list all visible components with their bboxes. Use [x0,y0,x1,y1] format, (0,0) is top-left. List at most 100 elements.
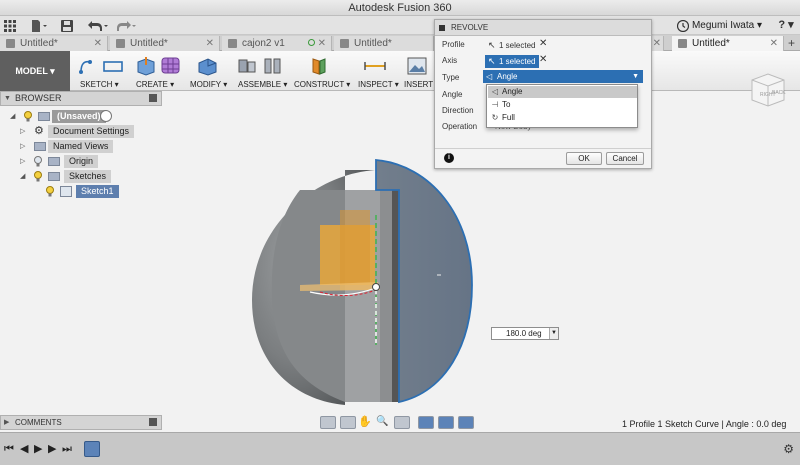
tab-untitled-1[interactable]: Untitled* ✕ [0,36,108,51]
cursor-arrow-icon: ↖ [488,40,496,50]
zoom-window-icon[interactable] [394,416,410,429]
type-option-full[interactable]: ↻ Full [488,112,637,124]
sketch-icon [78,56,100,76]
tab-cajon2[interactable]: cajon2 v1 ✕ [222,36,332,51]
visibility-bulb-icon[interactable] [46,186,54,197]
cursor-arrow-icon: ↖ [488,56,496,66]
browser-panel-header[interactable]: ▼ BROWSER [0,91,162,106]
zoom-icon[interactable]: 🔍 [376,416,392,429]
info-icon[interactable]: i [444,153,454,163]
expand-triangle-icon[interactable]: ▷ [20,155,28,168]
assemble-icon [236,56,258,76]
collapse-triangle-icon[interactable]: ▼ [4,92,11,105]
visibility-bulb-icon[interactable] [34,156,42,167]
chevron-down-icon: ▼ [632,73,639,80]
collapse-triangle-icon[interactable]: ◢ [20,170,28,183]
profile-selection[interactable]: ↖ 1 selected [485,39,539,52]
timeline-bar: ⏮ ◀ ▶ ▶ ⏭ ⚙ [0,432,800,465]
browser-root-item[interactable]: ◢ (Unsaved) [0,110,162,123]
go-to-start-icon[interactable]: ⏮ [4,443,14,455]
sync-status-icon [308,39,315,46]
sketch-menu[interactable]: SKETCH ▾ [74,53,128,89]
viewcube-back-face[interactable]: BACK [772,90,786,96]
close-icon[interactable]: ✕ [653,36,661,51]
revolve-dialog-title[interactable]: REVOLVE [435,20,651,36]
activate-radio-icon[interactable] [100,110,112,122]
dialog-collapse-icon[interactable] [439,25,445,31]
type-option-angle[interactable]: ◁ Angle [488,86,637,98]
type-option-to[interactable]: ⊣ To [488,99,637,111]
redo-icon[interactable] [114,17,138,34]
angle-value-input[interactable]: 180.0 deg ▼ [491,327,559,340]
modify-menu[interactable]: MODIFY ▾ [190,53,234,89]
viewports-icon[interactable] [458,416,474,429]
window-title: Autodesk Fusion 360 [348,2,452,14]
assemble-menu[interactable]: ASSEMBLE ▾ [236,53,288,89]
tab-overflow[interactable]: ✕ [652,36,664,51]
construct-menu[interactable]: CONSTRUCT ▾ [294,53,350,89]
clear-axis-icon[interactable]: ✕ [539,54,547,65]
workspace-switcher[interactable]: MODEL ▾ [0,51,70,91]
panel-pin-icon[interactable] [149,418,157,426]
document-icon [228,39,237,48]
clear-profile-icon[interactable]: ✕ [539,38,547,49]
play-icon[interactable]: ▶ [34,443,42,455]
create-form-icon [160,56,182,76]
undo-icon[interactable] [86,17,110,34]
document-icon [340,39,349,48]
user-account-menu[interactable]: Megumi Iwata ▾ [692,18,762,34]
timeline-sketch-feature[interactable] [84,441,100,457]
browser-item-document-settings[interactable]: ▷ ⚙ Document Settings [0,125,162,138]
browser-item-origin[interactable]: ▷ Origin [0,155,162,168]
help-menu[interactable]: ? ▾ [775,17,797,34]
chevron-down-icon[interactable]: ▼ [549,328,558,339]
browser-item-sketch1[interactable]: Sketch1 [0,185,162,198]
browser-item-sketches[interactable]: ◢ Sketches [0,170,162,183]
comments-panel-header[interactable]: ▶ COMMENTS [0,415,162,430]
step-back-icon[interactable]: ◀ [20,443,28,455]
cancel-button[interactable]: Cancel [606,152,644,165]
expand-triangle-icon[interactable]: ▷ [20,140,28,153]
pan-hand-icon[interactable]: ✋ [358,416,374,429]
modify-icon [196,56,218,76]
expand-triangle-icon[interactable]: ▶ [4,416,9,429]
close-icon[interactable]: ✕ [770,36,778,51]
browser-item-named-views[interactable]: ▷ Named Views [0,140,162,153]
sketch-icon [60,186,72,197]
file-menu-icon[interactable] [30,17,48,34]
look-at-icon[interactable] [340,416,356,429]
main-toolbar: MODEL ▾ SKETCH ▾ CREATE ▾ MODIFY ▾ ASSEM [0,51,800,91]
orbit-icon[interactable] [320,416,336,429]
ok-button[interactable]: OK [566,152,602,165]
clock-icon[interactable] [676,17,690,34]
grid-settings-icon[interactable] [438,416,454,429]
tab-untitled-3[interactable]: Untitled* [334,36,434,51]
close-icon[interactable]: ✕ [318,36,326,51]
expand-triangle-icon[interactable]: ▷ [20,125,28,138]
app-grid-icon[interactable] [2,17,18,34]
panel-pin-icon[interactable] [149,94,157,102]
gear-icon: ⚙ [34,125,44,137]
tab-untitled-active[interactable]: Untitled* ✕ [672,36,784,51]
tab-untitled-2[interactable]: Untitled* ✕ [110,36,220,51]
inspect-menu[interactable]: INSPECT ▾ [356,53,402,89]
display-settings-icon[interactable] [418,416,434,429]
step-forward-icon[interactable]: ▶ [48,443,56,455]
type-select[interactable]: ◁ Angle ▼ [483,70,643,83]
gear-icon[interactable]: ⚙ [783,442,794,456]
type-dropdown-list: ◁ Angle ⊣ To ↻ Full [486,84,638,128]
expand-triangle-icon[interactable]: ◢ [10,110,18,123]
axis-handle[interactable] [372,283,380,291]
create-icon [134,56,156,76]
visibility-bulb-icon[interactable] [34,171,42,182]
document-icon [678,39,687,48]
create-menu[interactable]: CREATE ▾ [132,53,188,89]
save-icon[interactable] [60,17,74,34]
visibility-bulb-icon[interactable] [24,111,32,122]
view-cube[interactable]: RIGHT BACK [748,70,788,110]
axis-selection[interactable]: ↖ 1 selected [485,55,540,68]
new-tab-icon[interactable]: + [788,36,795,50]
go-to-end-icon[interactable]: ⏭ [62,443,72,455]
close-icon[interactable]: ✕ [206,36,214,51]
close-icon[interactable]: ✕ [94,36,102,51]
